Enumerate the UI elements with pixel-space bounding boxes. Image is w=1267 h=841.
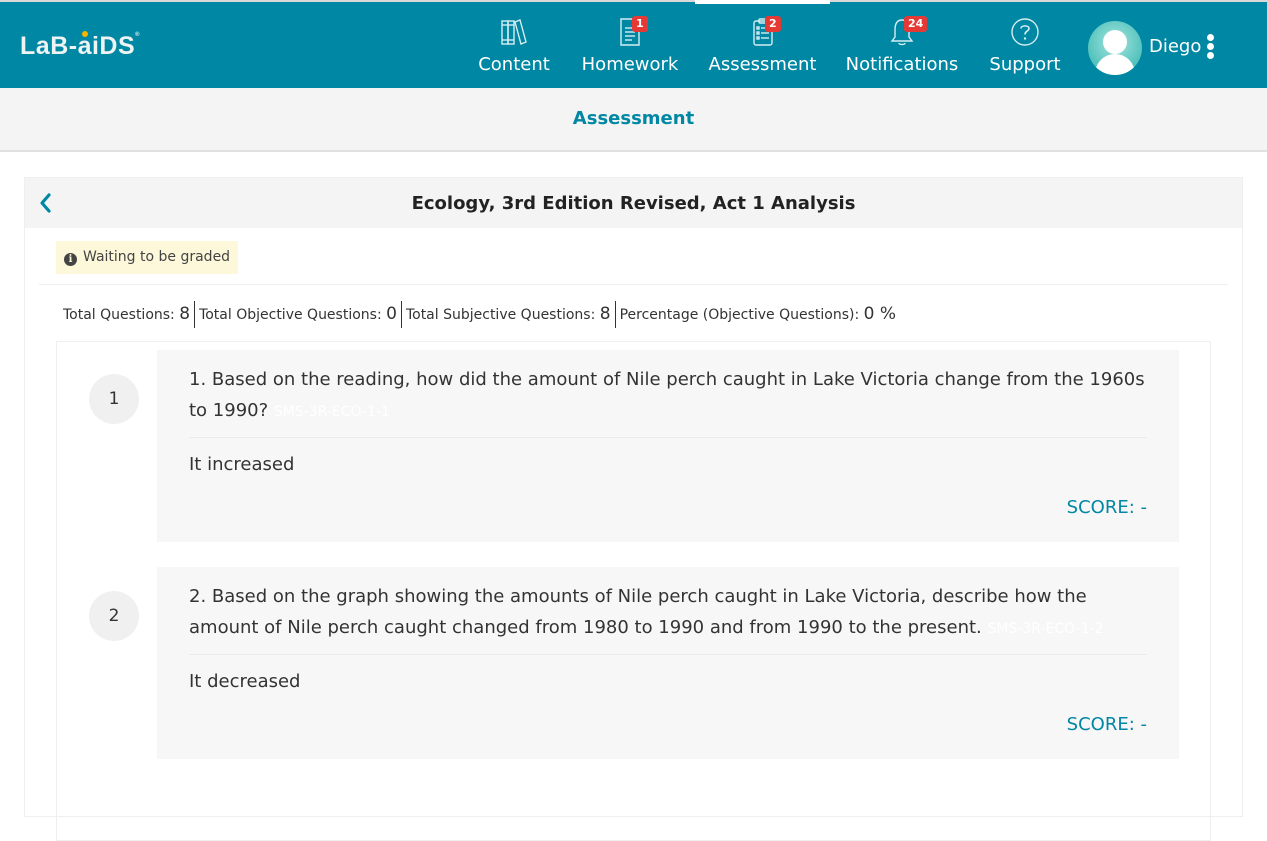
nav-assessment[interactable]: 2 Assessment	[695, 0, 830, 88]
question-score: SCORE: -	[1066, 714, 1147, 735]
question-stats: Total Questions: 8 Total Objective Questi…	[63, 301, 900, 328]
assessment-panel: Ecology, 3rd Edition Revised, Act 1 Anal…	[24, 177, 1243, 841]
user-avatar[interactable]	[1088, 21, 1142, 75]
notifications-badge: 24	[904, 16, 928, 32]
nav-notifications[interactable]: 24 Notifications	[840, 2, 964, 88]
status-text: Waiting to be graded	[83, 249, 231, 265]
books-icon	[501, 19, 527, 45]
nav-support-label: Support	[989, 54, 1061, 75]
homework-badge: 1	[632, 16, 648, 32]
more-options-icon[interactable]	[1205, 34, 1215, 62]
panel-header: Ecology, 3rd Edition Revised, Act 1 Anal…	[25, 178, 1242, 228]
nav-homework-label: Homework	[581, 54, 679, 75]
page-subheader: Assessment	[0, 88, 1267, 152]
avatar-head	[1103, 30, 1127, 54]
nav-content[interactable]: Content	[470, 2, 558, 88]
question-code: SMS-3R-ECO-1-1	[273, 404, 390, 420]
question-number: 2	[89, 591, 139, 641]
question-card: 2. Based on the graph showing the amount…	[157, 567, 1179, 759]
nav-assessment-label: Assessment	[708, 54, 817, 75]
user-name[interactable]: Diego	[1149, 36, 1201, 57]
question-text: 1. Based on the reading, how did the amo…	[189, 369, 1145, 421]
page-title: Assessment	[572, 108, 695, 129]
top-navbar: LaB-aiDS® Content 1 Homework 2 Assessmen…	[0, 0, 1267, 88]
avatar-body	[1095, 54, 1135, 75]
status-badge: i Waiting to be graded	[56, 241, 239, 274]
nav-notifications-label: Notifications	[845, 54, 959, 75]
stat-subjective-questions: Total Subjective Questions: 8	[400, 301, 615, 328]
nav-content-label: Content	[478, 54, 550, 75]
nav-support[interactable]: Support	[982, 2, 1068, 88]
questions-list: 1 1. Based on the reading, how did the a…	[56, 341, 1211, 841]
question-circle-icon	[1011, 18, 1039, 46]
lab-aids-logo[interactable]: LaB-aiDS®	[20, 32, 140, 61]
question-divider	[189, 654, 1147, 655]
assessment-title: Ecology, 3rd Edition Revised, Act 1 Anal…	[411, 193, 856, 214]
student-answer: It increased	[189, 454, 295, 475]
question-code: SMS-3R-ECO-1-2	[987, 621, 1104, 637]
question-text: 2. Based on the graph showing the amount…	[189, 586, 1104, 638]
student-answer: It decreased	[189, 671, 301, 692]
question-divider	[189, 437, 1147, 438]
question-card: 1. Based on the reading, how did the amo…	[157, 350, 1179, 542]
assessment-badge: 2	[765, 16, 781, 32]
question-score: SCORE: -	[1066, 497, 1147, 518]
info-icon: i	[64, 253, 77, 266]
stat-objective-questions: Total Objective Questions: 0	[194, 301, 401, 328]
question-number: 1	[89, 374, 139, 424]
divider	[39, 284, 1228, 285]
nav-homework[interactable]: 1 Homework	[574, 2, 686, 88]
stat-total-questions: Total Questions: 8	[63, 304, 191, 324]
stat-objective-percentage: Percentage (Objective Questions): 0 %	[614, 301, 900, 328]
